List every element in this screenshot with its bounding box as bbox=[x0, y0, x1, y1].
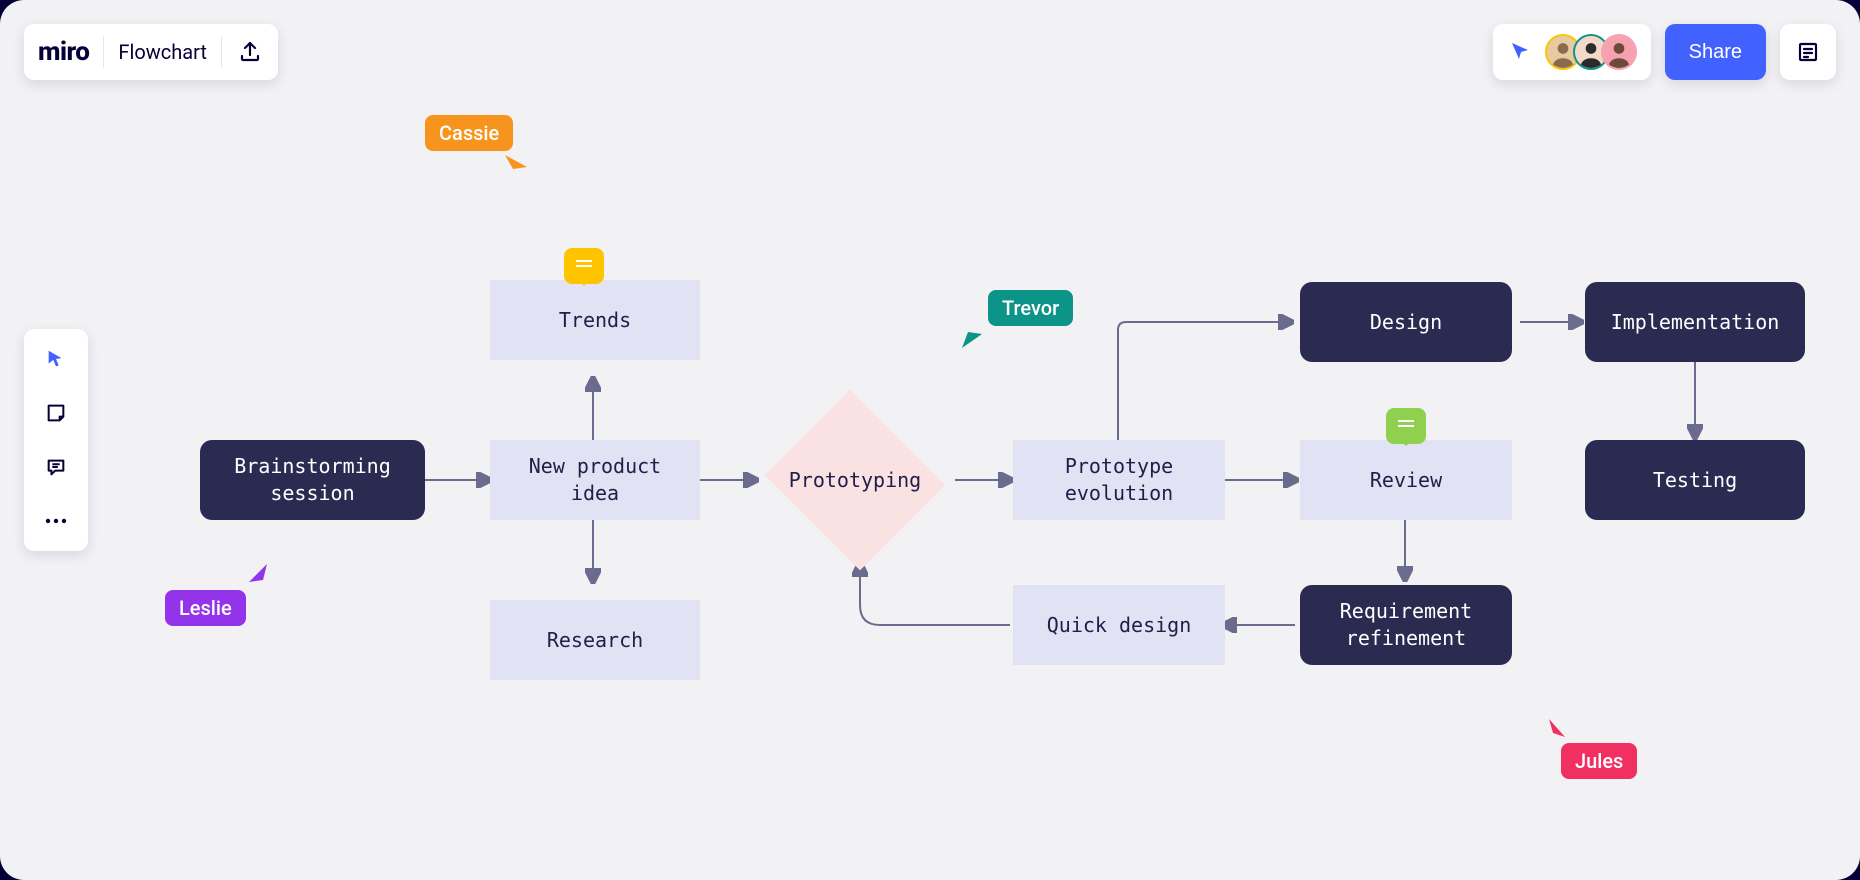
canvas[interactable]: Brainstorming session New product idea T… bbox=[0, 0, 1860, 880]
node-brainstorming[interactable]: Brainstorming session bbox=[200, 440, 425, 520]
cursor-pointer-icon bbox=[1545, 715, 1573, 743]
node-new-product-idea[interactable]: New product idea bbox=[490, 440, 700, 520]
cursor-label: Leslie bbox=[165, 590, 246, 626]
node-label: Research bbox=[547, 627, 643, 654]
node-label: Quick design bbox=[1047, 612, 1192, 639]
top-right-cluster: Share bbox=[1493, 24, 1836, 80]
comment-indicator-green[interactable] bbox=[1386, 408, 1426, 444]
sticky-note-tool[interactable] bbox=[40, 397, 72, 429]
cursor-pointer-icon bbox=[958, 314, 986, 354]
share-button[interactable]: Share bbox=[1665, 24, 1766, 80]
board-bar: miro Flowchart bbox=[24, 24, 278, 80]
avatar[interactable] bbox=[1601, 34, 1637, 70]
node-trends[interactable]: Trends bbox=[490, 280, 700, 360]
comment-lines-icon bbox=[1398, 425, 1414, 427]
comment-indicator-yellow[interactable] bbox=[564, 248, 604, 284]
node-label: Prototyping bbox=[789, 467, 921, 494]
node-requirement-refinement[interactable]: Requirement refinement bbox=[1300, 585, 1512, 665]
node-research[interactable]: Research bbox=[490, 600, 700, 680]
avatar-stack[interactable] bbox=[1545, 34, 1637, 70]
miro-logo[interactable]: miro bbox=[38, 36, 104, 68]
left-toolbar bbox=[24, 329, 88, 551]
node-label: Testing bbox=[1653, 467, 1737, 494]
node-label: Trends bbox=[559, 307, 631, 334]
node-label: Requirement refinement bbox=[1340, 598, 1472, 652]
comment-lines-icon bbox=[576, 265, 592, 267]
cursor-pointer-icon bbox=[245, 560, 273, 588]
cursor-label: Trevor bbox=[988, 290, 1073, 326]
node-label: Implementation bbox=[1611, 309, 1780, 336]
cursor-label: Cassie bbox=[425, 115, 513, 151]
collab-cursor-leslie: Leslie bbox=[165, 560, 273, 626]
node-label: Brainstorming session bbox=[234, 453, 391, 507]
node-label: Prototype evolution bbox=[1065, 453, 1173, 507]
board-viewport: Brainstorming session New product idea T… bbox=[0, 0, 1860, 880]
node-label: Design bbox=[1370, 309, 1442, 336]
right-panel-toggle[interactable] bbox=[1780, 24, 1836, 80]
node-design[interactable]: Design bbox=[1300, 282, 1512, 362]
node-label: New product idea bbox=[529, 453, 661, 507]
node-review[interactable]: Review bbox=[1300, 440, 1512, 520]
node-prototyping[interactable]: Prototyping bbox=[760, 395, 950, 565]
node-implementation[interactable]: Implementation bbox=[1585, 282, 1805, 362]
select-tool[interactable] bbox=[40, 343, 72, 375]
comment-tool[interactable] bbox=[40, 451, 72, 483]
cursor-label: Jules bbox=[1561, 743, 1637, 779]
cursor-follow-icon[interactable] bbox=[1507, 38, 1535, 66]
presence-box bbox=[1493, 24, 1651, 80]
node-prototype-evolution[interactable]: Prototype evolution bbox=[1013, 440, 1225, 520]
more-tools[interactable] bbox=[40, 505, 72, 537]
cursor-pointer-icon bbox=[503, 153, 531, 181]
node-testing[interactable]: Testing bbox=[1585, 440, 1805, 520]
node-quick-design[interactable]: Quick design bbox=[1013, 585, 1225, 665]
collab-cursor-trevor: Trevor bbox=[958, 290, 1073, 326]
node-label: Review bbox=[1370, 467, 1442, 494]
export-icon[interactable] bbox=[236, 38, 264, 66]
collab-cursor-jules: Jules bbox=[1545, 715, 1637, 779]
board-title[interactable]: Flowchart bbox=[118, 36, 222, 68]
collab-cursor-cassie: Cassie bbox=[425, 115, 531, 181]
